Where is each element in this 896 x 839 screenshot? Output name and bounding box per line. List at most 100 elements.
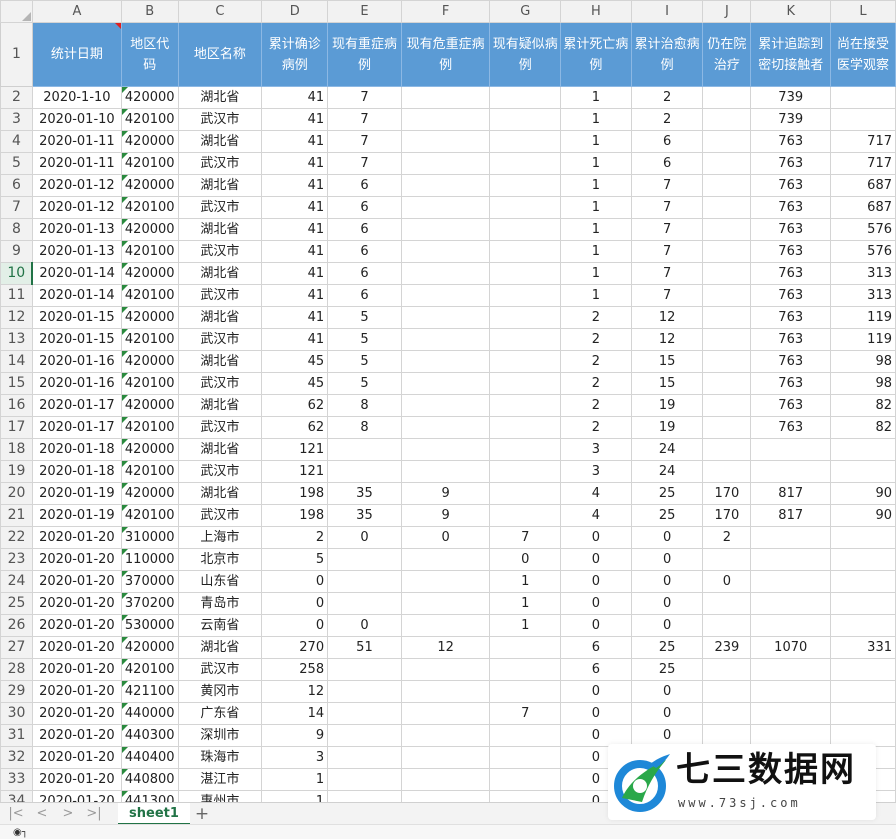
table-cell[interactable] [830,702,896,725]
table-cell[interactable]: 2020-01-19 [31,482,122,505]
table-cell[interactable] [400,196,491,219]
table-cell[interactable]: 武汉市 [177,658,263,681]
table-cell[interactable]: 763 [750,262,832,285]
table-cell[interactable] [400,790,491,802]
table-cell[interactable]: 8 [327,394,402,417]
table-cell[interactable]: 98 [830,372,896,395]
table-cell[interactable] [750,658,832,681]
table-cell[interactable]: 武汉市 [177,504,263,527]
table-cell[interactable]: 珠海市 [177,746,263,769]
row-number[interactable]: 33 [0,768,33,791]
table-cell[interactable] [400,438,491,461]
table-cell[interactable]: 黄冈市 [177,680,263,703]
table-cell[interactable]: 2020-01-18 [31,438,122,461]
table-cell[interactable] [400,218,491,241]
table-cell[interactable] [702,196,752,219]
column-header-c[interactable]: C [177,0,263,23]
table-cell[interactable]: 1 [560,262,632,285]
table-cell[interactable]: 2020-01-13 [31,218,122,241]
table-cell[interactable]: 25 [630,482,704,505]
column-title-cell[interactable]: 累计治愈病例 [630,22,704,87]
table-cell[interactable]: 41 [261,218,329,241]
first-sheet-button[interactable]: |< [6,805,26,823]
table-cell[interactable]: 2020-01-17 [31,394,122,417]
table-cell[interactable]: 331 [830,636,896,659]
table-cell[interactable]: 119 [830,306,896,329]
table-cell[interactable]: 98 [830,350,896,373]
row-number[interactable]: 11 [0,284,33,307]
table-cell[interactable]: 2020-01-20 [31,768,122,791]
table-cell[interactable]: 420000 [120,262,179,285]
table-cell[interactable]: 2020-01-20 [31,746,122,769]
table-cell[interactable]: 420100 [120,504,179,527]
table-cell[interactable]: 0 [489,548,562,571]
table-cell[interactable]: 420000 [120,438,179,461]
table-cell[interactable] [489,108,562,131]
table-cell[interactable] [400,768,491,791]
table-cell[interactable] [702,328,752,351]
table-cell[interactable] [702,548,752,571]
table-cell[interactable]: 5 [327,350,402,373]
table-cell[interactable] [489,768,562,791]
table-cell[interactable]: 2020-01-15 [31,328,122,351]
last-sheet-button[interactable]: >| [84,805,104,823]
column-header-e[interactable]: E [327,0,402,23]
row-number[interactable]: 30 [0,702,33,725]
row-number[interactable]: 3 [0,108,33,131]
table-cell[interactable]: 313 [830,284,896,307]
table-cell[interactable] [327,724,402,747]
table-cell[interactable]: 119 [830,328,896,351]
table-cell[interactable]: 687 [830,174,896,197]
spreadsheet-grid[interactable]: ABCDEFGHIJKL 1 统计日期 地区代码 地区名称 累计确诊病例 现有重症病例 现有… [0,0,896,802]
table-cell[interactable]: 440000 [120,702,179,725]
column-title-cell[interactable]: 现有重症病例 [327,22,402,87]
table-cell[interactable]: 0 [261,570,329,593]
column-header-b[interactable]: B [120,0,179,23]
table-cell[interactable]: 9 [261,724,329,747]
table-cell[interactable]: 2 [261,526,329,549]
table-cell[interactable]: 35 [327,482,402,505]
table-cell[interactable]: 420000 [120,636,179,659]
table-cell[interactable]: 2 [702,526,752,549]
table-cell[interactable]: 武汉市 [177,152,263,175]
table-cell[interactable]: 2020-01-10 [31,108,122,131]
table-cell[interactable]: 湖北省 [177,130,263,153]
table-cell[interactable] [400,394,491,417]
add-sheet-button[interactable]: + [192,804,212,824]
table-cell[interactable]: 441300 [120,790,179,802]
column-header-h[interactable]: H [560,0,632,23]
table-cell[interactable] [750,570,832,593]
row-number[interactable]: 20 [0,482,33,505]
table-cell[interactable]: 1 [560,86,632,109]
table-cell[interactable]: 1 [560,284,632,307]
table-cell[interactable]: 12 [630,328,704,351]
table-cell[interactable]: 2020-01-20 [31,548,122,571]
row-number[interactable]: 14 [0,350,33,373]
table-cell[interactable] [750,438,832,461]
table-cell[interactable]: 6 [327,196,402,219]
table-cell[interactable]: 1 [560,108,632,131]
column-title-cell[interactable]: 统计日期 [31,22,122,87]
table-cell[interactable]: 湖北省 [177,262,263,285]
table-cell[interactable]: 0 [400,526,491,549]
table-cell[interactable] [400,724,491,747]
table-cell[interactable]: 武汉市 [177,328,263,351]
table-cell[interactable]: 2020-01-15 [31,306,122,329]
table-cell[interactable]: 2020-01-20 [31,526,122,549]
table-cell[interactable]: 198 [261,482,329,505]
table-cell[interactable]: 武汉市 [177,416,263,439]
table-cell[interactable]: 1 [489,592,562,615]
table-cell[interactable]: 2 [560,350,632,373]
table-cell[interactable] [400,108,491,131]
table-cell[interactable] [489,240,562,263]
table-cell[interactable] [750,614,832,637]
table-cell[interactable]: 2020-01-18 [31,460,122,483]
table-cell[interactable]: 0 [560,570,632,593]
row-number[interactable]: 8 [0,218,33,241]
table-cell[interactable]: 0 [560,526,632,549]
table-cell[interactable] [702,174,752,197]
table-cell[interactable]: 62 [261,416,329,439]
table-cell[interactable]: 湖北省 [177,438,263,461]
table-cell[interactable] [489,284,562,307]
column-header-i[interactable]: I [630,0,704,23]
